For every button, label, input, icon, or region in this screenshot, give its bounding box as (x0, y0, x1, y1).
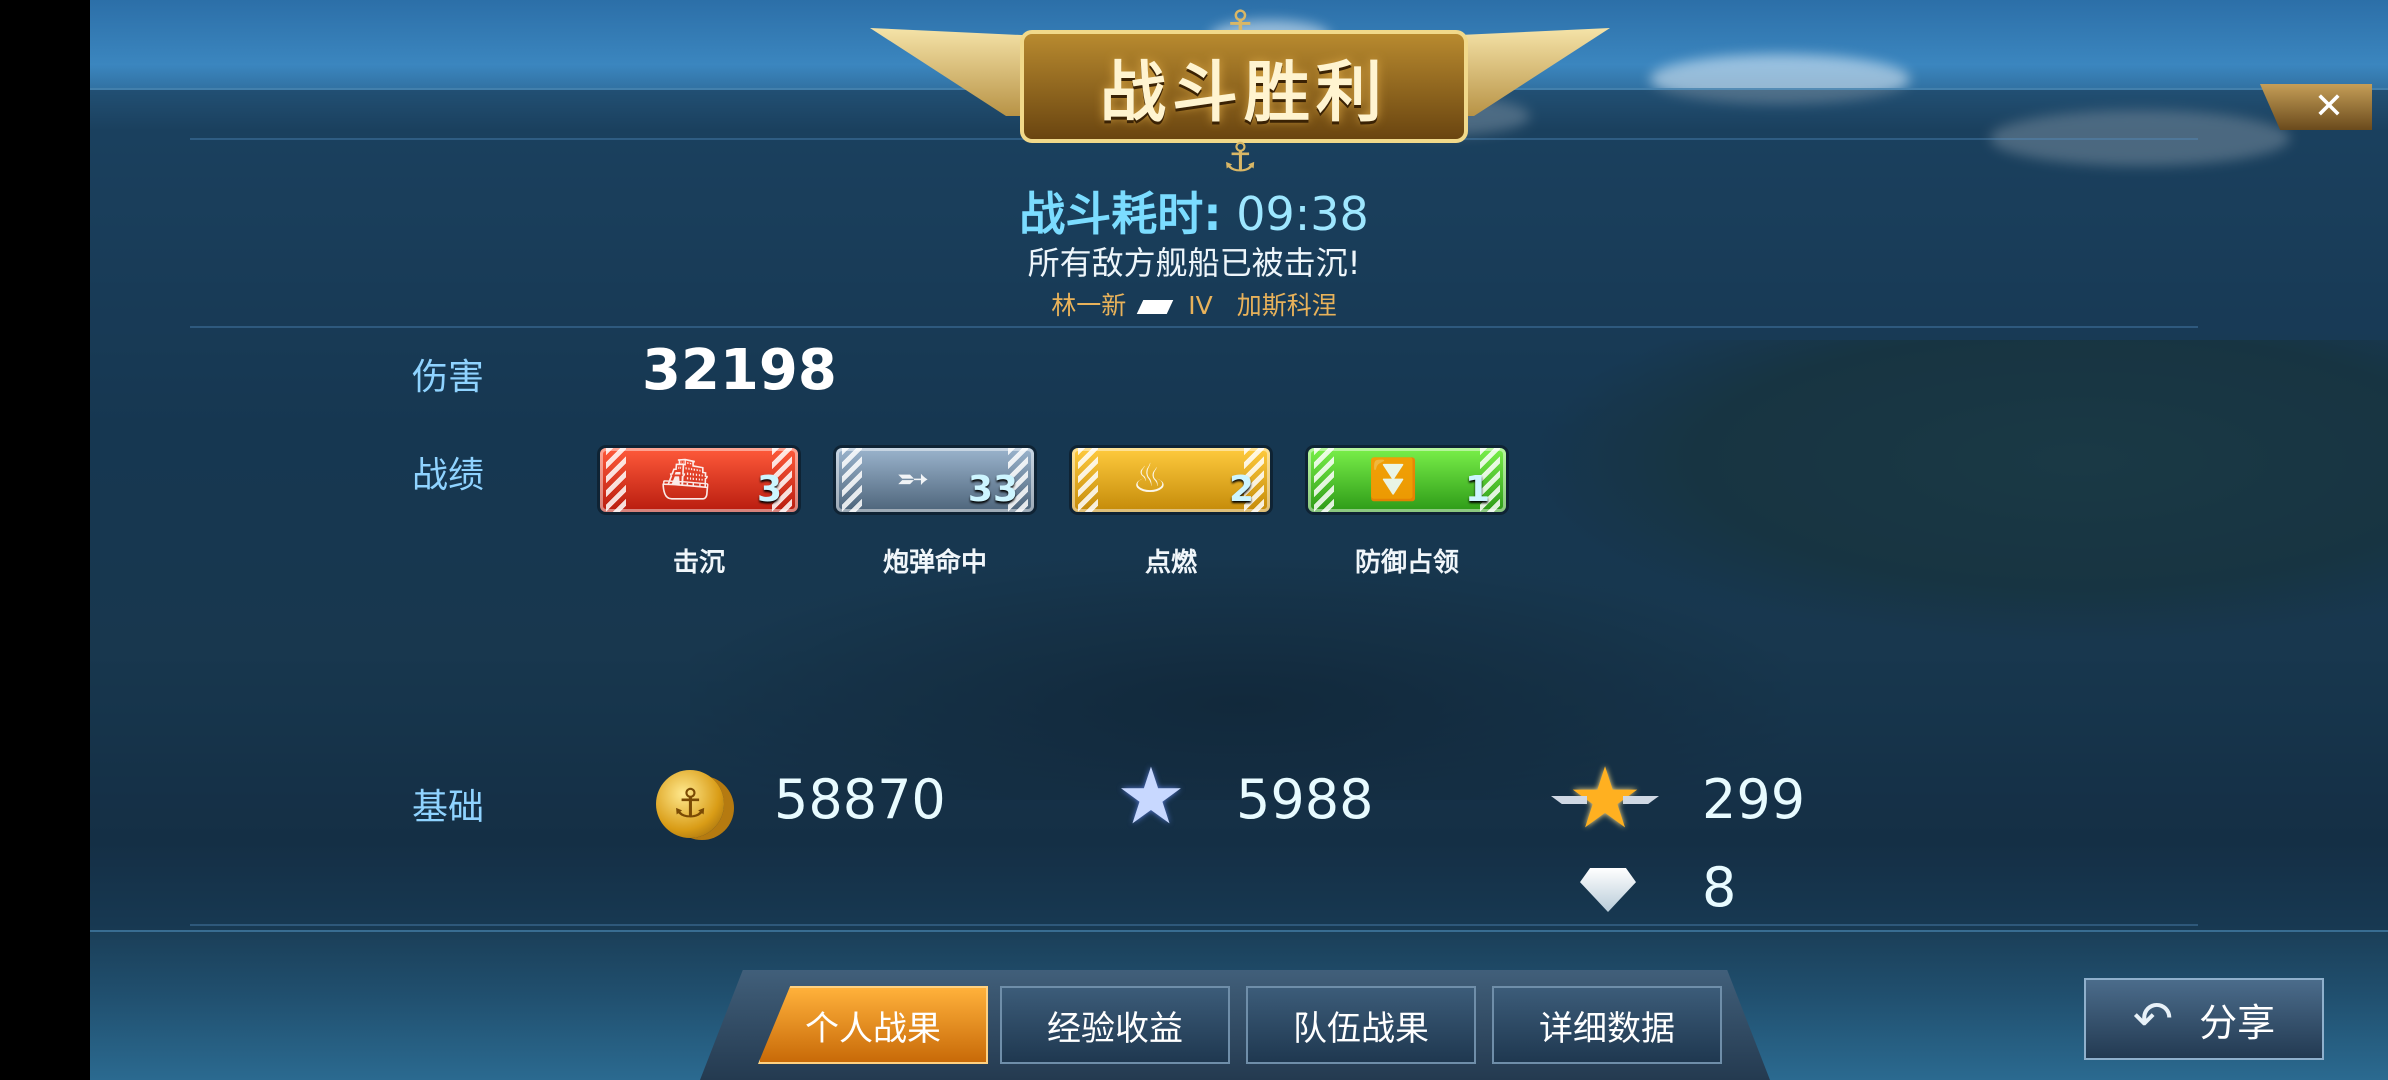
result-text: 所有敌方舰船已被击沉! (1027, 244, 1361, 282)
captain-exp-star-icon: ★ (1551, 756, 1659, 840)
close-icon: ✕ (2313, 86, 2344, 127)
tab-label: 详细数据 (1539, 1008, 1675, 1049)
ship-tier: IV (1188, 291, 1213, 320)
share-label: 分享 (2199, 1000, 2276, 1045)
medal-label: 炮弹命中 (882, 548, 987, 578)
damage-value: 32198 (642, 338, 837, 403)
tab-personal-results[interactable]: 个人战果 (758, 986, 988, 1064)
damage-label: 伤害 (412, 357, 485, 398)
tab-team-results[interactable]: 队伍战果 (1246, 986, 1476, 1064)
medal-fire[interactable]: ♨ 2 (1072, 448, 1270, 512)
diamond-value: 8 (1702, 856, 1737, 919)
sinking-ship-icon: ⛴ (660, 457, 711, 503)
exp-star-icon: ★ (1116, 752, 1186, 842)
coins-value: 58870 (774, 768, 946, 831)
medal-sink[interactable]: ⛴ 3 (600, 448, 798, 512)
tab-exp-rewards[interactable]: 经验收益 (1000, 986, 1230, 1064)
duration-value: 09:38 (1236, 187, 1369, 241)
captain-exp-value: 299 (1702, 768, 1806, 831)
medal-count: 1 (1464, 469, 1490, 510)
fire-icon: ♨ (1132, 456, 1168, 502)
duration-label: 战斗耗时: (1019, 187, 1222, 241)
player-info: 林一新 IV 加斯科涅 (0, 286, 2388, 322)
tab-detailed-data[interactable]: 详细数据 (1492, 986, 1722, 1064)
medal-defense-capture[interactable]: ⏬ 1 (1308, 448, 1506, 512)
tab-label: 个人战果 (805, 1008, 941, 1049)
victory-banner: ⚓ 战斗胜利 ⚓ (870, 0, 1610, 181)
medal-count: 2 (1228, 469, 1254, 510)
defense-capture-icon: ⏬ (1368, 457, 1418, 503)
coin-icon: ⚓ (656, 770, 724, 838)
battle-duration: 战斗耗时: 09:38 (0, 178, 2388, 244)
share-button[interactable]: ↶ 分享 (2084, 978, 2324, 1060)
banner-title: 战斗胜利 (1100, 53, 1388, 131)
anchor-bottom-icon: ⚓ (1222, 135, 1258, 181)
tab-label: 队伍战果 (1293, 1008, 1429, 1049)
nation-flag-icon (1136, 300, 1174, 314)
medal-label: 点燃 (1144, 548, 1197, 578)
record-label: 战绩 (412, 455, 485, 496)
shell-hit-icon: ➵ (896, 456, 930, 502)
medal-count: 33 (967, 469, 1018, 510)
medal-count: 3 (756, 469, 782, 510)
ship-name: 加斯科涅 (1236, 291, 1337, 320)
exp-value: 5988 (1236, 768, 1374, 831)
medal-shell-hit[interactable]: ➵ 33 (836, 448, 1034, 512)
share-arrow-icon: ↶ (2132, 991, 2174, 1047)
base-label: 基础 (412, 787, 485, 828)
medal-label: 击沉 (672, 548, 725, 578)
player-name: 林一新 (1051, 291, 1127, 320)
medal-label: 防御占领 (1354, 548, 1459, 578)
tab-label: 经验收益 (1047, 1008, 1183, 1049)
